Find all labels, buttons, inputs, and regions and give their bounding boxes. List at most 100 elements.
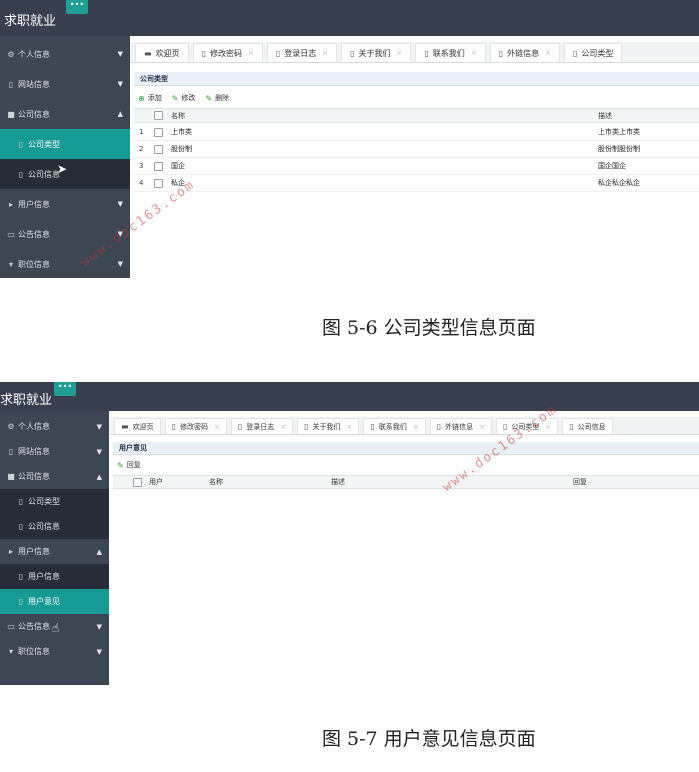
row-checkbox[interactable]: [154, 144, 163, 154]
file-icon: ▯: [8, 79, 14, 89]
sidebar-item[interactable]: ▯ 网站信息 ▼: [0, 439, 109, 464]
delete-icon: ✎: [205, 93, 213, 103]
tab-label: 联系我们: [432, 48, 465, 58]
tab[interactable]: ▬ 欢迎页: [114, 418, 161, 434]
tab-bar: ▬ 欢迎页 ▯ 修改密码 × ▯ 登录日志 × ▯ 关于我们 × ▯ 联系我们 × ▯ 外链信息 × ▯ 公司类型: [130, 42, 699, 63]
close-icon[interactable]: ×: [471, 49, 477, 57]
close-icon[interactable]: ×: [214, 423, 220, 431]
row-checkbox[interactable]: [154, 161, 163, 171]
table-row[interactable]: 1 上市类 上市类上市类: [134, 124, 699, 141]
close-icon[interactable]: ×: [322, 49, 328, 57]
close-icon[interactable]: ×: [347, 423, 353, 431]
sidebar-item[interactable]: ■ 公司信息 ▲: [0, 464, 109, 489]
close-icon[interactable]: ×: [545, 49, 551, 57]
row-checkbox[interactable]: [154, 127, 163, 137]
column-header-name[interactable]: 名称: [209, 476, 223, 488]
sidebar-item-label: 个人信息: [18, 49, 50, 59]
column-header-description[interactable]: 描述: [331, 476, 345, 488]
sidebar-item[interactable]: ▾ 职位信息 ▼: [0, 249, 130, 278]
close-icon[interactable]: ×: [479, 423, 485, 431]
folder-icon: ■: [7, 109, 15, 119]
edit-icon: ✎: [117, 460, 124, 470]
panel-title: 用户意见: [113, 442, 699, 455]
column-header-description[interactable]: 描述: [598, 109, 612, 122]
reply-button[interactable]: ✎ 回复: [117, 460, 141, 470]
tab[interactable]: ▯ 外链信息 ×: [429, 418, 492, 434]
column-header-reply[interactable]: 回复: [573, 476, 587, 488]
sidebar-item[interactable]: ▯ 用户信息: [0, 564, 109, 589]
column-header-user[interactable]: 用户: [149, 476, 163, 488]
table-row[interactable]: 2 股份制 股份制股份制: [134, 141, 699, 158]
file-icon: ▯: [18, 522, 24, 531]
tab[interactable]: ▯ 公司类型: [563, 43, 623, 62]
tab[interactable]: ▯ 外链信息 ×: [489, 43, 560, 62]
sidebar-item[interactable]: ▯ 用户意见: [0, 589, 109, 614]
sidebar-item-label: 公司信息: [28, 169, 60, 179]
delete-button[interactable]: ✎ 删除: [205, 93, 229, 103]
add-icon: ⊕: [138, 93, 145, 103]
table-row[interactable]: 3 国企 国企国企: [134, 158, 699, 175]
gear-icon: ⚙: [7, 49, 15, 59]
tab[interactable]: ▯ 修改密码 ×: [164, 418, 227, 434]
add-button[interactable]: ⊕ 添加: [138, 93, 162, 103]
column-header-name[interactable]: 名称: [171, 109, 185, 122]
close-icon[interactable]: ×: [280, 423, 286, 431]
tab-label: 修改密码: [179, 422, 208, 431]
menu-toggle-button[interactable]: •••: [66, 0, 88, 14]
select-all-checkbox[interactable]: [154, 111, 163, 120]
select-all-checkbox[interactable]: [133, 477, 142, 487]
close-icon[interactable]: ×: [397, 49, 403, 57]
sidebar-item[interactable]: ▯ 公司类型: [0, 129, 130, 159]
sidebar-item[interactable]: ▸ 用户信息 ▲: [0, 539, 109, 564]
row-checkbox[interactable]: [154, 178, 163, 188]
sidebar-item[interactable]: ▯ 公司类型: [0, 489, 109, 514]
file-icon: ▯: [436, 422, 442, 431]
sidebar-item[interactable]: ▸ 用户信息 ▼: [0, 189, 130, 219]
panel-title: 公司类型: [134, 72, 699, 86]
row-name: 上市类: [171, 128, 192, 136]
sidebar-item-label: 公告信息: [18, 229, 50, 239]
hand-cursor-icon: ☝: [52, 621, 60, 635]
tab[interactable]: ▯ 关于我们 ×: [297, 418, 360, 434]
tab[interactable]: ▯ 登录日志 ×: [230, 418, 294, 434]
tab[interactable]: ▯ 联系我们 ×: [415, 43, 486, 62]
tab[interactable]: ▯ 关于我们 ×: [341, 43, 412, 62]
row-name: 国企: [171, 162, 185, 170]
comment-icon: ▭: [7, 622, 15, 631]
close-icon[interactable]: ×: [413, 423, 419, 431]
row-number: 1: [139, 128, 144, 136]
edit-button[interactable]: ✎ 修改: [172, 93, 196, 103]
row-description: 私企私企私企: [598, 179, 640, 187]
grid-header: 用户 名称 描述 回复: [113, 475, 699, 489]
close-icon[interactable]: ×: [248, 49, 254, 57]
toolbar: ✎ 回复: [113, 458, 699, 472]
tab-label: 公司信息: [577, 422, 606, 431]
chevron-up-icon: ▲: [96, 547, 102, 556]
tab[interactable]: ▯ 修改密码 ×: [192, 43, 263, 62]
tab[interactable]: ▬ 欢迎页: [135, 43, 189, 62]
chevron-down-icon: ▼: [96, 447, 102, 456]
tab-label: 联系我们: [378, 422, 407, 431]
tab[interactable]: ▯ 联系我们 ×: [363, 418, 426, 434]
file-icon: ▯: [350, 48, 355, 58]
tab-label: 外链信息: [445, 422, 474, 431]
delete-label: 删除: [215, 94, 230, 102]
tab[interactable]: ▯ 公司信息: [562, 418, 613, 434]
sidebar-item-label: 用户信息: [18, 547, 50, 556]
table-row[interactable]: 4 私企 私企私企私企: [134, 175, 699, 192]
sidebar-item-label: 公告信息: [18, 622, 50, 631]
sidebar-item[interactable]: ▯ 公司信息: [0, 514, 109, 539]
folder-icon: ■: [7, 472, 15, 481]
sidebar-item[interactable]: ■ 公司信息 ▲: [0, 99, 130, 129]
menu-toggle-button[interactable]: •••: [54, 382, 76, 396]
file-icon: ▯: [18, 597, 24, 606]
sidebar-item[interactable]: ⚙ 个人信息 ▼: [0, 39, 130, 69]
row-name: 股份制: [171, 145, 192, 153]
tab[interactable]: ▯ 登录日志 ×: [266, 43, 338, 62]
file-icon: ▯: [569, 422, 574, 431]
row-checkbox-cell: [154, 141, 163, 157]
sidebar-item[interactable]: ▯ 网站信息 ▼: [0, 69, 130, 99]
sidebar-item[interactable]: ▾ 职位信息 ▼: [0, 639, 109, 664]
sidebar-item[interactable]: ⚙ 个人信息 ▼: [0, 414, 109, 439]
tab-label: 欢迎页: [132, 422, 154, 431]
